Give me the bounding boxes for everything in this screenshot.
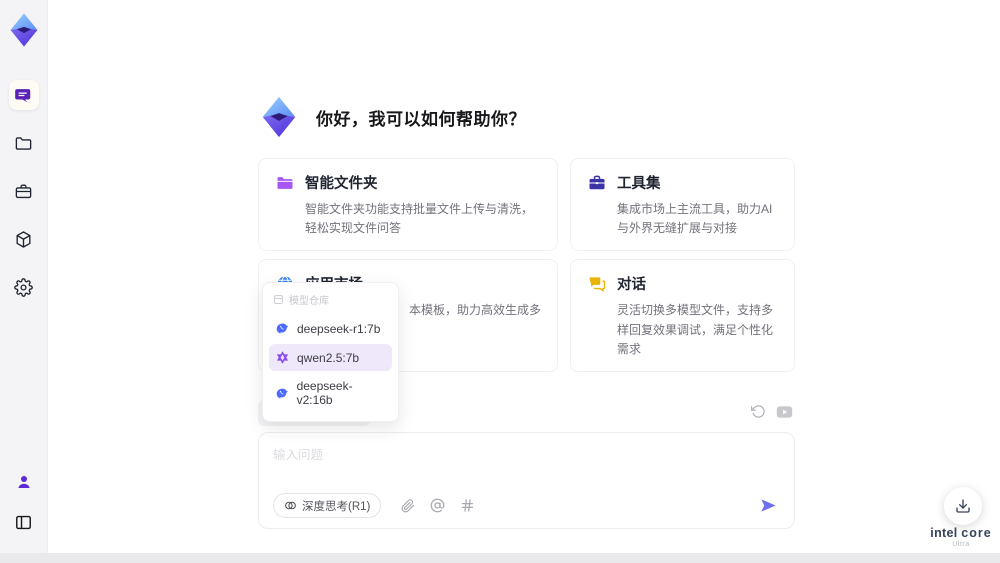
sidebar-item-toolbox[interactable] xyxy=(9,176,39,206)
card-smart-folder[interactable]: 智能文件夹 智能文件夹功能支持批量文件上传与清洗，轻松实现文件问答 xyxy=(258,158,559,252)
card-title: 对话 xyxy=(617,277,647,294)
panel-icon xyxy=(16,515,31,529)
sidebar-item-settings[interactable] xyxy=(9,272,39,302)
gear-icon xyxy=(14,277,33,297)
card-dialog[interactable]: 对话 灵活切换多模型文件，支持多样回复效果调试，满足个性化需求 xyxy=(570,259,795,372)
model-option-label: qwen2.5:7b xyxy=(297,350,360,365)
app-window: 你好，我可以如何帮助你？ 智能文件夹 智能文件夹功能支持批量文件上传与清洗，轻松… xyxy=(0,0,1000,563)
intel-tier: Ultra xyxy=(952,541,970,548)
video-icon[interactable] xyxy=(776,405,793,419)
app-logo-icon xyxy=(2,8,46,52)
cube-icon xyxy=(16,230,31,248)
model-dropdown-header: 模型仓库 xyxy=(269,290,392,313)
card-description: 灵活切换多模型文件，支持多样回复效果调试，满足个性化需求 xyxy=(617,303,774,356)
hash-icon[interactable] xyxy=(460,498,475,513)
card-title: 工具集 xyxy=(617,176,661,192)
send-button[interactable] xyxy=(756,494,780,518)
chat-icon xyxy=(15,88,31,102)
briefcase-indigo-icon xyxy=(589,175,605,189)
card-description: 集成市场上主流工具，助力AI与外界无缝扩展与对接 xyxy=(617,202,773,236)
bottom-strip xyxy=(0,553,1000,563)
folder-icon xyxy=(15,136,32,150)
greeting-title: 你好，我可以如何帮助你？ xyxy=(316,109,526,129)
download-fab[interactable] xyxy=(944,487,982,525)
intel-brand: intel xyxy=(930,526,958,540)
message-input[interactable] xyxy=(273,444,773,484)
card-toolset[interactable]: 工具集 集成市场上主流工具，助力AI与外界无缝扩展与对接 xyxy=(570,158,795,252)
sidebar-item-models[interactable] xyxy=(9,224,39,254)
model-option-deepseek-v2[interactable]: deepseek-v2:16b xyxy=(269,373,392,413)
deepseek-icon xyxy=(276,388,288,399)
sidebar-nav xyxy=(8,80,39,302)
sidebar-item-folders[interactable] xyxy=(9,128,39,158)
sidebar xyxy=(0,0,48,553)
folder-purple-icon xyxy=(277,176,293,189)
model-dropdown: 模型仓库 deepseek-r1:7b qwen2.5:7b deepseek-… xyxy=(262,282,399,422)
history-icon[interactable] xyxy=(751,404,766,419)
intel-product: core xyxy=(961,526,992,540)
model-option-label: deepseek-r1:7b xyxy=(297,321,381,336)
intel-core-badge: intel core Ultra xyxy=(922,526,1000,548)
hero: 你好，我可以如何帮助你？ xyxy=(256,94,526,140)
at-sign-icon[interactable] xyxy=(430,498,445,513)
chat-yellow-icon xyxy=(589,277,606,292)
sidebar-bottom xyxy=(9,467,39,537)
sidebar-item-chat[interactable] xyxy=(8,80,39,110)
send-icon xyxy=(760,499,776,512)
qwen-icon xyxy=(276,351,289,364)
composer-toolbar: 深度思考(R1) xyxy=(273,493,780,518)
model-option-label: deepseek-v2:16b xyxy=(296,379,353,407)
deep-think-label: 深度思考(R1) xyxy=(302,500,371,513)
paperclip-icon[interactable] xyxy=(401,498,415,513)
deepseek-icon xyxy=(276,323,289,334)
sidebar-item-account[interactable] xyxy=(9,467,39,497)
deep-think-toggle[interactable]: 深度思考(R1) xyxy=(273,493,382,518)
sidebar-item-panel-toggle[interactable] xyxy=(9,507,39,537)
box-icon xyxy=(274,295,283,304)
download-icon xyxy=(956,499,970,513)
venn-icon xyxy=(285,501,296,510)
model-option-deepseek-r1[interactable]: deepseek-r1:7b xyxy=(269,315,392,342)
composer: 深度思考(R1) xyxy=(258,432,795,529)
model-dropdown-header-label: 模型仓库 xyxy=(289,296,329,307)
model-option-qwen[interactable]: qwen2.5:7b xyxy=(269,344,392,371)
card-title: 智能文件夹 xyxy=(305,176,378,192)
card-description: 智能文件夹功能支持批量文件上传与清洗，轻松实现文件问答 xyxy=(305,202,534,236)
briefcase-icon xyxy=(15,183,32,198)
account-icon xyxy=(17,476,30,488)
hero-logo-icon xyxy=(262,96,296,138)
